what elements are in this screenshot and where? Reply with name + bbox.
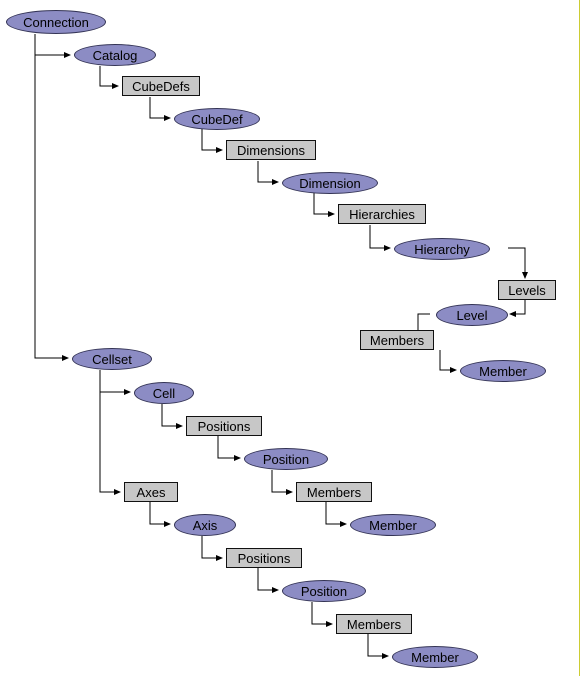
node-member-3: Member (392, 646, 478, 668)
node-dimension: Dimension (282, 172, 378, 194)
node-position-2: Position (282, 580, 366, 602)
vertical-divider (579, 0, 580, 676)
node-members-1: Members (360, 330, 434, 350)
node-members-2: Members (296, 482, 372, 502)
node-cubedef: CubeDef (174, 108, 260, 130)
node-dimensions: Dimensions (226, 140, 316, 160)
node-member-2: Member (350, 514, 436, 536)
node-cell: Cell (134, 382, 194, 404)
node-position-1: Position (244, 448, 328, 470)
node-cellset: Cellset (72, 348, 152, 370)
node-members-3: Members (336, 614, 412, 634)
node-member-1: Member (460, 360, 546, 382)
node-levels: Levels (498, 280, 556, 300)
node-axis: Axis (174, 514, 236, 536)
node-catalog: Catalog (74, 44, 156, 66)
diagram-canvas: Connection Catalog CubeDefs CubeDef Dime… (0, 0, 586, 681)
node-hierarchies: Hierarchies (338, 204, 426, 224)
node-level: Level (436, 304, 508, 326)
node-hierarchy: Hierarchy (394, 238, 490, 260)
node-connection: Connection (6, 10, 106, 34)
node-axes: Axes (124, 482, 178, 502)
node-positions-1: Positions (186, 416, 262, 436)
connectors (0, 0, 586, 681)
node-positions-2: Positions (226, 548, 302, 568)
node-cubedefs: CubeDefs (122, 76, 200, 96)
